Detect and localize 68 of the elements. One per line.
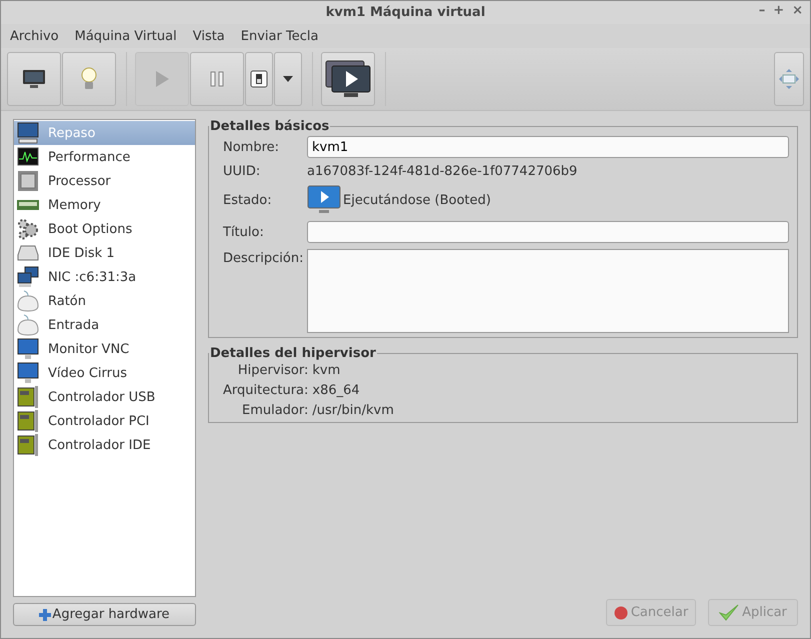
toolbar-button[interactable] — [245, 52, 273, 106]
state-value: Ejecutándose (Booted) — [343, 192, 491, 208]
pause-icon — [210, 71, 224, 87]
sidebar-item[interactable]: Controlador IDE — [14, 433, 195, 457]
switch-icon — [250, 70, 268, 88]
field-value: kvm — [312, 363, 340, 378]
monitor-icon — [16, 338, 40, 360]
card-icon — [16, 434, 40, 456]
menu-item[interactable]: Vista — [184, 28, 233, 44]
card-icon — [16, 386, 40, 408]
window-control[interactable]: + — [770, 3, 788, 18]
title-field[interactable] — [307, 221, 789, 243]
section-title: Detalles del hipervisor — [209, 346, 377, 361]
sidebar-item[interactable]: Vídeo Cirrus — [14, 361, 195, 385]
field-label: Descripción: — [223, 250, 304, 266]
sidebar-item[interactable]: Memory — [14, 193, 195, 217]
card-icon — [16, 410, 40, 432]
sidebar-item[interactable]: Controlador USB — [14, 385, 195, 409]
window-title: kvm1 Máquina virtual — [326, 5, 486, 20]
monitor-play-icon — [307, 185, 341, 215]
description-field[interactable] — [307, 249, 789, 333]
field-value: x86_64 — [312, 383, 360, 398]
sidebar-item[interactable]: Boot Options — [14, 217, 195, 241]
sidebar-item[interactable]: IDE Disk 1 — [14, 241, 195, 265]
sidebar-item[interactable]: Ratón — [14, 289, 195, 313]
sidebar-item[interactable]: Monitor VNC — [14, 337, 195, 361]
chart-icon — [16, 147, 40, 167]
monitor-icon — [16, 362, 40, 384]
field-label: Título: — [223, 224, 265, 240]
monitor-play-icon — [324, 59, 372, 99]
menu-item[interactable]: Enviar Tecla — [232, 28, 326, 44]
toolbar-button[interactable] — [321, 52, 375, 106]
name-field[interactable]: kvm1 — [307, 136, 789, 158]
chip-icon — [16, 170, 40, 192]
mouse-icon — [16, 314, 40, 336]
uuid-value: a167083f-124f-481d-826e-1f07742706b9 — [307, 164, 578, 179]
field-label: Arquitectura: — [223, 383, 308, 398]
sidebar-item[interactable]: Performance — [14, 145, 195, 169]
window-control[interactable]: – — [756, 3, 768, 18]
window-control[interactable]: × — [789, 3, 806, 18]
sidebar-item[interactable]: Processor — [14, 169, 195, 193]
field-value: /usr/bin/kvm — [312, 403, 394, 418]
resize-icon — [778, 68, 800, 90]
plus-icon — [39, 608, 52, 620]
field-label: UUID: — [223, 164, 262, 179]
toolbar-button[interactable] — [7, 52, 61, 106]
sidebar-item[interactable]: Entrada — [14, 313, 195, 337]
stop-icon — [614, 606, 628, 620]
gears-icon — [16, 218, 40, 240]
memory-icon — [16, 199, 40, 211]
computer-icon — [16, 122, 40, 144]
menu-item[interactable]: Máquina Virtual — [66, 28, 185, 44]
monitor-icon — [22, 69, 46, 89]
network-icon — [16, 266, 40, 288]
sidebar-item[interactable]: Controlador PCI — [14, 409, 195, 433]
checkmark-icon — [719, 604, 740, 622]
lightbulb-icon — [81, 67, 97, 91]
mouse-icon — [16, 290, 40, 312]
field-label: Nombre: — [223, 140, 280, 154]
field-label: Estado: — [223, 192, 273, 208]
play-icon — [154, 70, 170, 88]
menu-item[interactable]: Archivo — [2, 28, 67, 44]
section-title: Detalles básicos — [209, 119, 330, 134]
sidebar-item[interactable]: NIC :c6:31:3a — [14, 265, 195, 289]
add-hardware-button[interactable]: Agregar hardware — [13, 603, 196, 626]
field-label: Emulador: — [242, 403, 308, 418]
caret-icon — [283, 76, 293, 82]
field-label: Hipervisor: — [238, 363, 308, 378]
